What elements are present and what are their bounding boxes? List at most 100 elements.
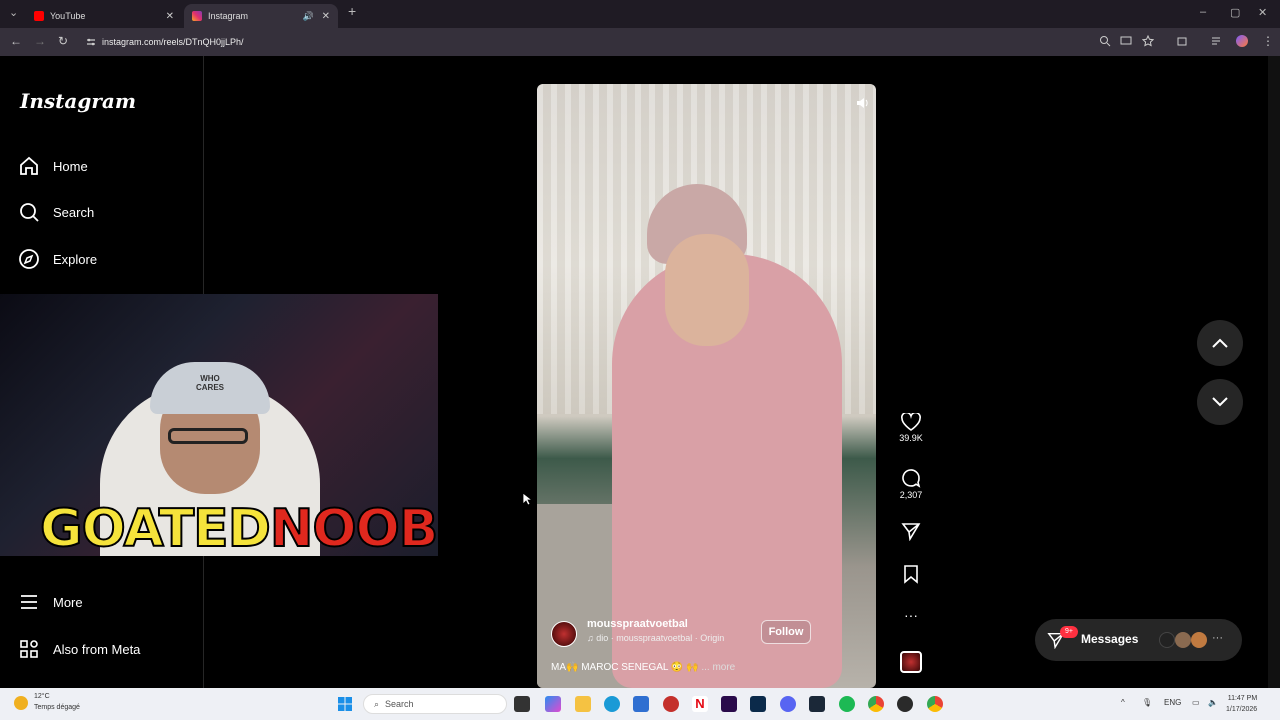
zoom-icon[interactable] [1099, 35, 1111, 47]
comment-count: 2,307 [899, 490, 923, 500]
tab-instagram[interactable]: Instagram 🔊 ✕ [184, 4, 338, 28]
netflix-icon[interactable]: N [692, 696, 708, 712]
audio-thumbnail-icon [900, 651, 922, 673]
tab-youtube[interactable]: YouTube ✕ [26, 4, 182, 28]
reel-user-avatar[interactable] [551, 621, 577, 647]
instagram-logo[interactable]: Instagram [20, 89, 136, 113]
youtube-favicon-icon [34, 11, 44, 21]
system-clock[interactable]: 11:47 PM 1/17/2026 [1226, 693, 1257, 715]
avatar [1175, 632, 1191, 648]
bookmark-star-icon[interactable] [1142, 35, 1154, 47]
chevron-up-icon [1212, 338, 1228, 348]
close-tab-icon[interactable]: ✕ [322, 11, 330, 22]
edge-icon[interactable] [604, 696, 620, 712]
app-icon[interactable] [663, 696, 679, 712]
network-icon[interactable]: ▭ [1192, 698, 1200, 707]
windows-start-icon[interactable] [337, 696, 353, 712]
spotify-icon[interactable] [839, 696, 855, 712]
next-reel-button[interactable] [1197, 379, 1243, 425]
task-view-icon[interactable] [514, 696, 530, 712]
chevron-down-icon [1212, 397, 1228, 407]
sidebar-item-label: More [53, 594, 83, 610]
reload-icon[interactable]: ↻ [58, 34, 68, 48]
reel-woman-face [665, 234, 749, 346]
close-window-icon[interactable]: ✕ [1258, 6, 1267, 19]
messages-button[interactable]: 9+ Messages ··· [1035, 619, 1242, 661]
clock-date: 1/17/2026 [1226, 706, 1258, 713]
menu-icon [21, 595, 37, 609]
volume-tray-icon[interactable]: 🔈 [1208, 698, 1218, 707]
cap-text: WHO CARES [195, 374, 224, 392]
maximize-icon[interactable]: ▢ [1230, 6, 1240, 19]
search-icon: ⌕ [374, 698, 380, 709]
premiere-icon[interactable] [721, 696, 737, 712]
search-icon [20, 203, 39, 222]
caption-text: MA🙌 MAROC SENEGAL 😳 🙌 [551, 662, 699, 673]
close-tab-icon[interactable]: ✕ [166, 11, 174, 22]
reel-audio[interactable]: ♫ dio · mousspraatvoetbal · Origin [587, 633, 724, 643]
address-bar: ← → ↻ instagram.com/reels/DTnQH0jjLPh/ ⋮ [0, 28, 1280, 56]
discord-icon[interactable] [780, 696, 796, 712]
streamer-glasses [168, 428, 248, 444]
reel-username[interactable]: mousspraatvoetbal [587, 618, 688, 630]
goatednoobie-logo: GOATEDNOOBIE [39, 498, 438, 556]
sidebar-item-home[interactable]: Home [18, 155, 88, 177]
extensions-icon[interactable] [1176, 35, 1188, 47]
speaker-icon[interactable]: 🔊 [303, 11, 314, 22]
cast-icon[interactable] [1120, 35, 1132, 47]
webcam-overlay: WHO CARES GOATEDNOOBIE [0, 294, 438, 556]
tab-list-icon[interactable]: ⌄ [9, 6, 18, 19]
save-button[interactable] [896, 564, 926, 586]
url-field[interactable]: instagram.com/reels/DTnQH0jjLPh/ [80, 32, 1090, 52]
previous-reel-button[interactable] [1197, 320, 1243, 366]
copilot-icon[interactable] [545, 696, 561, 712]
avatar [1159, 632, 1175, 648]
meta-icon [20, 640, 38, 658]
new-tab-icon[interactable]: + [348, 3, 356, 19]
like-button[interactable]: 39.9K [896, 413, 926, 443]
browser-menu-icon[interactable]: ⋮ [1262, 34, 1274, 48]
sidebar-item-search[interactable]: Search [18, 201, 94, 223]
file-explorer-icon[interactable] [575, 696, 591, 712]
back-icon[interactable]: ← [10, 34, 22, 48]
sidebar-item-also-from-meta[interactable]: Also from Meta [18, 638, 140, 660]
follow-button[interactable]: Follow [761, 620, 811, 644]
chrome-icon[interactable] [868, 696, 884, 712]
volume-icon[interactable] [855, 96, 869, 110]
forward-icon[interactable]: → [34, 34, 46, 48]
obs-icon[interactable] [897, 696, 913, 712]
share-icon [901, 523, 921, 541]
reel-caption[interactable]: MA🙌 MAROC SENEGAL 😳 🙌 ... more [551, 662, 735, 673]
instagram-favicon-icon [192, 11, 202, 21]
share-button[interactable] [896, 521, 926, 543]
heart-icon [901, 413, 921, 431]
microphone-icon[interactable]: 🎙 [1142, 698, 1152, 707]
steam-icon[interactable] [809, 696, 825, 712]
photoshop-icon[interactable] [750, 696, 766, 712]
store-icon[interactable] [633, 696, 649, 712]
media-controls-icon[interactable] [1211, 35, 1223, 47]
sidebar-item-label: Explore [53, 251, 98, 267]
audio-thumbnail-button[interactable] [896, 651, 926, 673]
chrome-profile-icon[interactable] [927, 696, 943, 712]
reel-info: mousspraatvoetbal ♫ dio · mousspraatvoet… [551, 618, 851, 678]
weather-temp: 12°C [34, 693, 50, 700]
page-scrollbar[interactable] [1268, 56, 1280, 688]
more-options-button[interactable]: ··· [896, 607, 926, 623]
avatar [1191, 632, 1207, 648]
caption-more-link[interactable]: ... more [701, 662, 735, 673]
sidebar-item-more[interactable]: More [18, 591, 83, 613]
taskbar-search[interactable]: ⌕ Search [363, 694, 507, 714]
ellipsis-icon[interactable]: ··· [1212, 632, 1223, 644]
tab-title: YouTube [50, 11, 86, 21]
site-info-icon[interactable] [86, 37, 96, 47]
bookmark-icon [904, 565, 918, 584]
minimize-icon[interactable]: – [1200, 6, 1206, 18]
show-hidden-icons[interactable]: ^ [1121, 698, 1125, 707]
profile-avatar-icon[interactable] [1236, 35, 1248, 47]
reel-video[interactable] [537, 84, 876, 688]
comment-button[interactable]: 2,307 [896, 468, 926, 500]
language-indicator[interactable]: ENG [1164, 698, 1181, 707]
instagram-page: Instagram Home Search Explore More Also … [0, 56, 1280, 688]
sidebar-item-explore[interactable]: Explore [18, 248, 97, 270]
